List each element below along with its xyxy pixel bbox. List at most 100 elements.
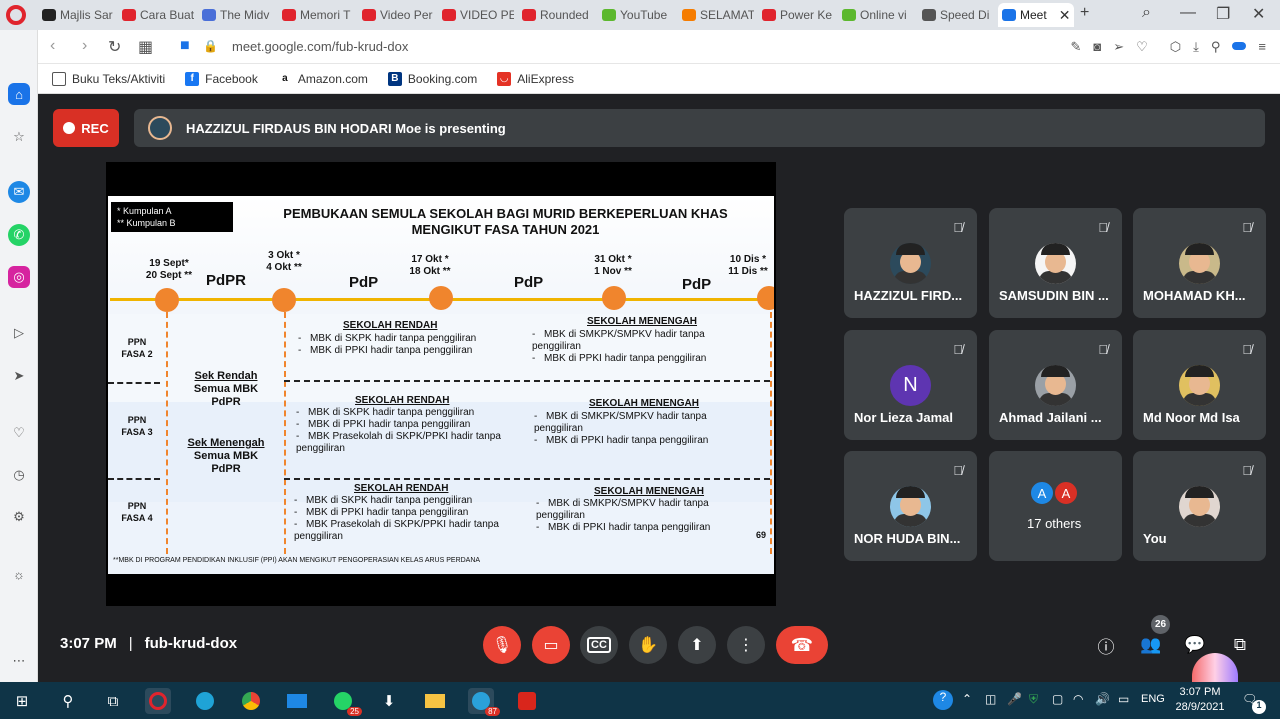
browser-tab[interactable]: Video Per xyxy=(358,3,434,27)
new-tab-plus-icon[interactable]: + xyxy=(1080,4,1089,22)
acrobat-icon[interactable] xyxy=(514,688,540,714)
browser-tab[interactable]: Power Ke xyxy=(758,3,834,27)
participant-tile[interactable]: 🎙̸ HAZZIZUL FIRD... xyxy=(844,208,977,318)
participant-tile[interactable]: 🎙̸ SAMSUDIN BIN ... xyxy=(989,208,1122,318)
more-options-button[interactable]: ⋮ xyxy=(727,626,765,664)
tab-favicon-icon xyxy=(202,9,216,21)
telegram-icon[interactable]: 87 xyxy=(468,688,500,716)
mail-icon[interactable] xyxy=(284,688,310,714)
notification-count-badge: 1 xyxy=(1252,700,1266,714)
people-button[interactable]: 👥 xyxy=(1137,631,1165,659)
file-explorer-icon[interactable] xyxy=(422,688,448,714)
browser-tab[interactable]: Memori T xyxy=(278,3,354,27)
participant-tile[interactable]: 🎙̸ You xyxy=(1133,451,1266,561)
tab-active[interactable]: Meet ✕ xyxy=(998,3,1074,27)
activities-button[interactable]: ⧉ xyxy=(1226,631,1254,659)
milestone-dot xyxy=(272,288,296,312)
meeting-details-button[interactable]: ⓘ xyxy=(1092,631,1120,659)
bookmark-folder[interactable]: Buku Teks/Aktiviti xyxy=(52,71,165,86)
leave-call-button[interactable]: ☎ xyxy=(776,626,828,664)
browser-tab[interactable]: YouTube xyxy=(598,3,674,27)
menu-icon[interactable]: ≡ xyxy=(1258,39,1266,55)
store-icon[interactable]: ⬇ xyxy=(376,688,402,714)
url-field[interactable]: meet.google.com/fub-krud-dox xyxy=(232,39,408,54)
tray-lock-icon[interactable]: ▢ xyxy=(1052,692,1063,706)
raise-hand-button[interactable]: ✋ xyxy=(629,626,667,664)
account-icon[interactable]: ⚲ xyxy=(1211,39,1221,55)
tray-chevron-icon[interactable]: ⌃ xyxy=(962,692,972,706)
chrome-icon[interactable] xyxy=(238,688,264,714)
battery-icon[interactable]: ▭ xyxy=(1118,692,1129,706)
vpn-toggle-icon[interactable] xyxy=(1232,42,1247,50)
shield-icon[interactable]: ⛨ xyxy=(1029,692,1038,707)
maximize-icon[interactable]: ❐ xyxy=(1216,4,1230,24)
windows-start-icon[interactable]: ⊞ xyxy=(9,688,35,714)
search-icon[interactable]: ⚲ xyxy=(55,688,81,714)
opera-taskbar-icon[interactable] xyxy=(145,688,171,714)
browser-tab[interactable]: The Midv xyxy=(198,3,274,27)
history-icon[interactable]: ◷ xyxy=(8,464,30,486)
edit-icon[interactable]: ✎ xyxy=(1070,39,1081,55)
whatsapp-icon[interactable]: ✆ xyxy=(8,224,30,246)
instagram-icon[interactable]: ◎ xyxy=(8,266,30,288)
browser-tab[interactable]: Cara Buat xyxy=(118,3,194,27)
help-icon[interactable]: ? xyxy=(933,690,953,710)
participant-tile[interactable]: 🎙̸ Ahmad Jailani ... xyxy=(989,330,1122,440)
bookmark-aliexpress[interactable]: ◡ AliExpress xyxy=(497,71,574,86)
more-dots-icon[interactable]: ⋯ xyxy=(8,650,30,672)
camera-off-button[interactable]: ▭ xyxy=(532,626,570,664)
bookmark-booking[interactable]: B Booking.com xyxy=(387,71,477,86)
tray-app-icon[interactable]: ◫ xyxy=(985,692,996,706)
participant-tile[interactable]: 🎙̸ Md Noor Md Isa xyxy=(1133,330,1266,440)
browser-tab[interactable]: Majlis Sar xyxy=(38,3,114,27)
volume-icon[interactable]: 🔊 xyxy=(1095,692,1110,706)
minimize-icon[interactable]: — xyxy=(1180,4,1196,22)
download-icon[interactable]: ⤓ xyxy=(1193,39,1199,55)
participant-tile[interactable]: 🎙̸ N Nor Lieza Jamal xyxy=(844,330,977,440)
opera-logo-icon[interactable] xyxy=(6,5,26,25)
whatsapp-taskbar-icon[interactable]: 25 xyxy=(330,688,362,716)
snapshot-icon[interactable]: ◙ xyxy=(1093,39,1101,55)
home-icon[interactable]: ⌂ xyxy=(8,83,30,105)
close-tab-icon[interactable]: ✕ xyxy=(1059,7,1071,24)
facebook-icon: f xyxy=(185,71,200,86)
browser-tab[interactable]: VIDEO PE xyxy=(438,3,514,27)
browser-tab[interactable]: SELAMAT xyxy=(678,3,754,27)
mic-off-button[interactable]: 🎙 xyxy=(483,626,521,664)
search-tabs-icon[interactable]: ⌕ xyxy=(1142,4,1151,22)
close-window-icon[interactable]: ✕ xyxy=(1252,4,1265,24)
participant-tile[interactable]: 🎙̸ MOHAMAD KH... xyxy=(1133,208,1266,318)
captions-button[interactable]: CC xyxy=(580,626,618,664)
speed-dial-icon[interactable]: ☆ xyxy=(8,126,30,148)
tab-label: Memori T xyxy=(300,8,351,22)
browser-tab[interactable]: Online vi xyxy=(838,3,914,27)
wifi-icon[interactable]: ◠ xyxy=(1073,692,1083,706)
browser-tab[interactable]: Speed Di xyxy=(918,3,994,27)
system-clock[interactable]: 3:07 PM 28/9/2021 xyxy=(1172,685,1228,715)
reload-icon[interactable]: ↻ xyxy=(108,37,121,57)
heart-icon[interactable]: ♡ xyxy=(1136,39,1148,55)
edge-icon[interactable] xyxy=(192,688,218,714)
send-page-icon[interactable]: ➢ xyxy=(1113,39,1124,55)
send-icon[interactable]: ➤ xyxy=(8,365,30,387)
bookmarks-heart-icon[interactable]: ♡ xyxy=(8,422,30,444)
settings-gear-icon[interactable]: ⚙ xyxy=(8,506,30,528)
task-view-icon[interactable]: ⧉ xyxy=(100,688,126,714)
extensions-cube-icon[interactable]: ⬡ xyxy=(1170,39,1181,55)
forward-icon[interactable]: › xyxy=(82,37,87,55)
recording-button[interactable]: REC xyxy=(53,109,119,147)
participant-tile[interactable]: A A 17 others xyxy=(989,451,1122,561)
browser-tab[interactable]: Rounded xyxy=(518,3,594,27)
present-button[interactable]: ⬆ xyxy=(678,626,716,664)
bookmark-amazon[interactable]: a Amazon.com xyxy=(278,72,368,86)
back-icon[interactable]: ‹ xyxy=(50,37,55,55)
bookmark-facebook[interactable]: f Facebook xyxy=(185,71,258,86)
player-icon[interactable]: ▷ xyxy=(8,322,30,344)
participant-tile[interactable]: 🎙̸ NOR HUDA BIN... xyxy=(844,451,977,561)
row-divider xyxy=(284,478,770,480)
tab-grid-icon[interactable]: ▦ xyxy=(138,37,153,57)
tray-mic-icon[interactable]: 🎤 xyxy=(1007,692,1022,706)
language-indicator[interactable]: ENG xyxy=(1141,693,1165,705)
messenger-icon[interactable]: ✉ xyxy=(8,181,30,203)
tips-bulb-icon[interactable]: ☼ xyxy=(8,563,30,585)
